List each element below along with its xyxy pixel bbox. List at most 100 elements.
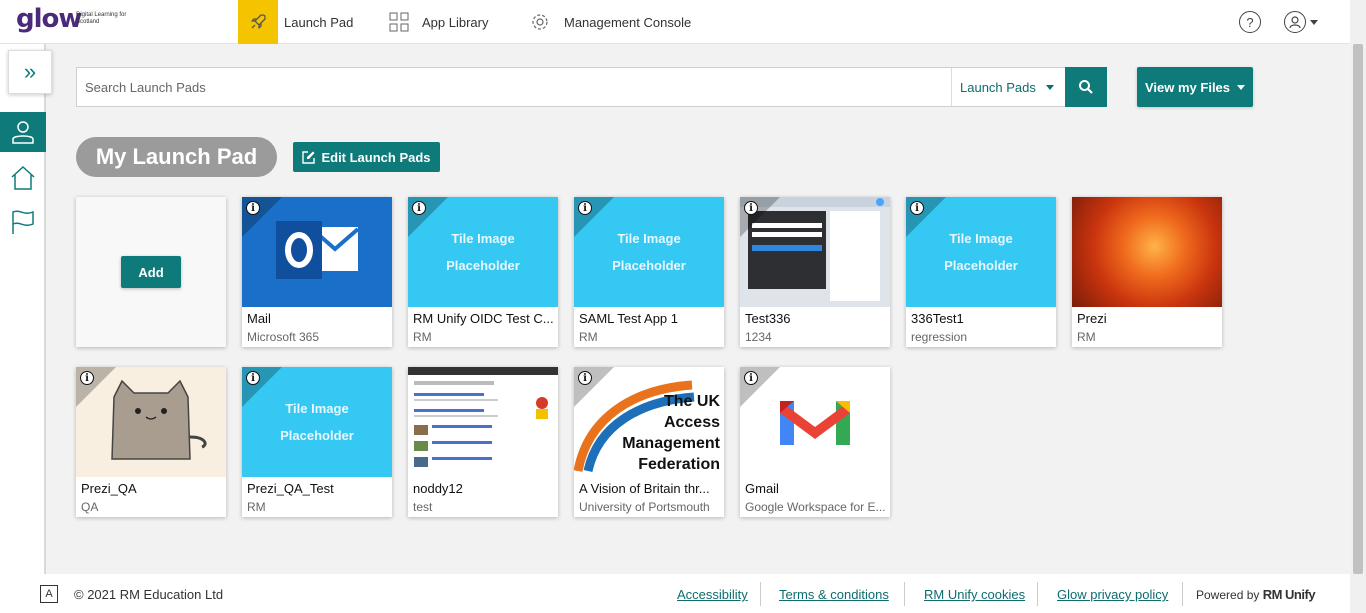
nav-app-library[interactable]: App Library: [382, 0, 488, 44]
search-scope-select[interactable]: Launch Pads: [951, 68, 1066, 106]
footer-divider: [760, 582, 761, 606]
user-menu[interactable]: [1284, 11, 1318, 33]
view-my-files-button[interactable]: View my Files: [1137, 67, 1253, 107]
edit-icon: [302, 150, 316, 164]
ukamf-line: Management: [622, 435, 720, 452]
app-tile-prezi-qa-test[interactable]: Tile Image Placeholder i Prezi_QA_Test R…: [242, 367, 392, 517]
ukamf-line: Access: [663, 414, 720, 431]
app-tile-noddy12[interactable]: noddy12 test: [408, 367, 558, 517]
placeholder-line-2: Placeholder: [446, 258, 520, 273]
edit-button-label: Edit Launch Pads: [321, 149, 431, 165]
info-icon[interactable]: i: [744, 371, 758, 385]
placeholder-line-1: Tile Image: [617, 231, 681, 246]
chevron-down-icon: [1310, 19, 1318, 25]
tile-provider: regression: [911, 330, 968, 344]
vertical-scrollbar[interactable]: [1350, 0, 1366, 613]
app-tile-rm-unify-oidc[interactable]: Tile Image Placeholder i RM Unify OIDC T…: [408, 197, 558, 347]
nav-launch-pad[interactable]: Launch Pad: [238, 0, 353, 44]
search-button[interactable]: [1065, 67, 1107, 107]
nav-label: App Library: [422, 14, 489, 30]
footer: A © 2021 RM Education Ltd Accessibility …: [0, 574, 1350, 613]
nav-label: Management Console: [564, 14, 692, 30]
chevron-down-icon: [1237, 84, 1246, 90]
tile-name: Prezi_QA: [81, 481, 137, 496]
app-tile-prezi[interactable]: Prezi RM: [1072, 197, 1222, 347]
copyright-text: © 2021 RM Education Ltd: [74, 587, 224, 602]
search-icon: [1079, 80, 1093, 94]
page-title: My Launch Pad: [76, 137, 277, 177]
search-input[interactable]: [77, 68, 951, 106]
rocket-icon: [238, 0, 278, 44]
help-icon[interactable]: ?: [1239, 11, 1261, 33]
tile-provider: QA: [81, 500, 99, 514]
flag-icon: [12, 210, 34, 234]
tile-name: 336Test1: [911, 311, 964, 326]
tile-provider: University of Portsmouth: [579, 500, 710, 514]
app-tile-mail[interactable]: i Mail Microsoft 365: [242, 197, 392, 347]
tile-name: Prezi: [1077, 311, 1107, 326]
tile-provider: RM: [247, 500, 266, 514]
flower-image: [1072, 197, 1222, 307]
rm-unify-logo: RM Unify: [1262, 587, 1316, 602]
tile-name: SAML Test App 1: [579, 311, 679, 326]
placeholder-line-2: Placeholder: [612, 258, 686, 273]
info-icon[interactable]: i: [744, 201, 758, 215]
placeholder-line-2: Placeholder: [280, 428, 354, 443]
app-tile-336test1[interactable]: Tile Image Placeholder i 336Test1 regres…: [906, 197, 1056, 347]
info-icon[interactable]: i: [412, 201, 426, 215]
app-tile-saml-test[interactable]: Tile Image Placeholder i SAML Test App 1…: [574, 197, 724, 347]
tile-provider: RM: [413, 330, 432, 344]
user-icon: [1284, 11, 1306, 33]
app-tile-vision-of-britain[interactable]: The UK Access Management Federation i A …: [574, 367, 724, 517]
info-icon[interactable]: i: [578, 371, 592, 385]
ukamf-line: The UK: [664, 393, 720, 410]
tile-provider: test: [413, 500, 433, 514]
footer-link-privacy[interactable]: Glow privacy policy: [1057, 587, 1168, 602]
info-icon[interactable]: i: [246, 371, 260, 385]
search-results-thumbnail: [408, 367, 558, 477]
add-tile: Add: [76, 197, 226, 347]
scrollbar-thumb[interactable]: [1353, 44, 1363, 574]
tile-provider: 1234: [745, 330, 772, 344]
search-bar: Launch Pads: [76, 67, 1107, 107]
edit-launch-pads-button[interactable]: Edit Launch Pads: [293, 142, 440, 172]
logo-brand: glow: [16, 4, 82, 34]
logo-tagline: Digital Learning for Scotland: [76, 12, 127, 25]
app-tile-gmail[interactable]: i Gmail Google Workspace for E...: [740, 367, 890, 517]
footer-divider: [1182, 582, 1183, 606]
info-icon[interactable]: i: [578, 201, 592, 215]
expand-sidebar-button[interactable]: »: [8, 50, 52, 94]
placeholder-line-1: Tile Image: [285, 401, 349, 416]
tile-name: Prezi_QA_Test: [247, 481, 334, 496]
nav-label: Launch Pad: [284, 14, 354, 30]
tile-name: Gmail: [745, 481, 779, 496]
add-app-button[interactable]: Add: [121, 256, 181, 288]
footer-link-cookies[interactable]: RM Unify cookies: [924, 587, 1025, 602]
info-icon[interactable]: i: [246, 201, 260, 215]
nav-management-console[interactable]: Management Console: [522, 0, 691, 44]
footer-divider: [904, 582, 905, 606]
tile-provider: Google Workspace for E...: [745, 500, 886, 514]
sidebar-item-profile[interactable]: [0, 112, 46, 152]
app-tile-test336[interactable]: i Test336 1234: [740, 197, 890, 347]
sidebar-item-home[interactable]: [0, 158, 46, 198]
tile-provider: RM: [1077, 330, 1096, 344]
footer-link-accessibility[interactable]: Accessibility: [677, 587, 748, 602]
tile-name: RM Unify OIDC Test C...: [413, 311, 554, 326]
placeholder-line-2: Placeholder: [944, 258, 1018, 273]
footer-link-terms[interactable]: Terms & conditions: [779, 587, 889, 602]
glow-logo[interactable]: glow Digital Learning for Scotland: [16, 4, 136, 38]
accessibility-toggle-icon[interactable]: A: [40, 585, 58, 603]
tile-name: A Vision of Britain thr...: [579, 481, 710, 496]
tile-name: Test336: [745, 311, 791, 326]
app-tile-prezi-qa[interactable]: i Prezi_QA QA: [76, 367, 226, 517]
powered-prefix: Powered by: [1196, 588, 1260, 602]
chevron-down-icon: [1045, 84, 1054, 90]
sidebar-item-flag[interactable]: [0, 202, 46, 242]
user-icon: [12, 121, 34, 144]
gear-icon: [522, 0, 558, 44]
info-icon[interactable]: i: [910, 201, 924, 215]
footer-divider: [1037, 582, 1038, 606]
top-bar: glow Digital Learning for Scotland Launc…: [0, 0, 1366, 44]
info-icon[interactable]: i: [80, 371, 94, 385]
